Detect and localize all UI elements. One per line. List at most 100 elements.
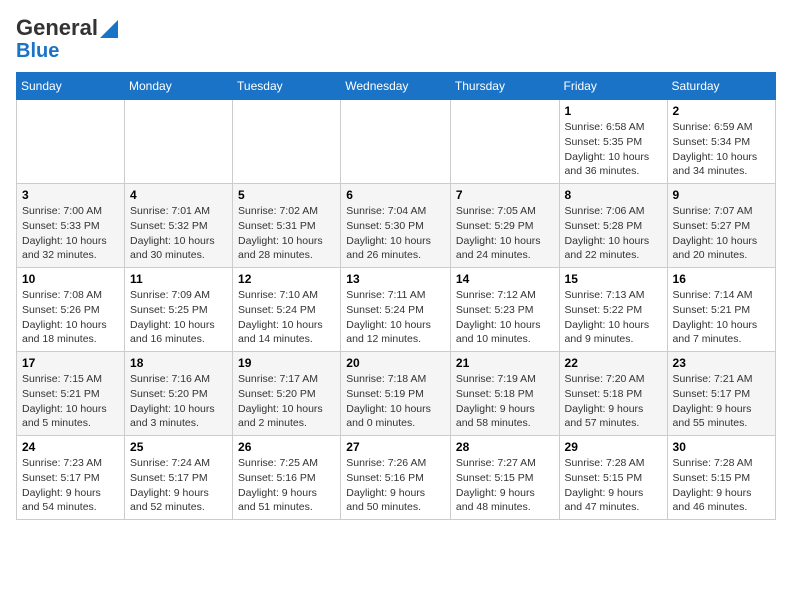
cell-info: Sunrise: 7:05 AM Sunset: 5:29 PM Dayligh… xyxy=(456,204,554,263)
day-number: 3 xyxy=(22,188,119,202)
cell-info: Sunrise: 7:25 AM Sunset: 5:16 PM Dayligh… xyxy=(238,456,335,515)
calendar-cell: 3 Sunrise: 7:00 AM Sunset: 5:33 PM Daylig… xyxy=(17,184,125,268)
calendar-cell: 13 Sunrise: 7:11 AM Sunset: 5:24 PM Dayli… xyxy=(341,268,451,352)
cell-info: Sunrise: 7:04 AM Sunset: 5:30 PM Dayligh… xyxy=(346,204,445,263)
cell-info: Sunrise: 7:19 AM Sunset: 5:18 PM Dayligh… xyxy=(456,372,554,431)
day-number: 30 xyxy=(673,440,770,454)
day-number: 2 xyxy=(673,104,770,118)
day-number: 8 xyxy=(565,188,662,202)
day-of-week-header: Thursday xyxy=(450,73,559,100)
cell-info: Sunrise: 6:59 AM Sunset: 5:34 PM Dayligh… xyxy=(673,120,770,179)
cell-info: Sunrise: 7:16 AM Sunset: 5:20 PM Dayligh… xyxy=(130,372,227,431)
day-number: 13 xyxy=(346,272,445,286)
calendar-cell xyxy=(233,100,341,184)
calendar-cell xyxy=(341,100,451,184)
calendar-cell: 29Sunrise: 7:28 AM Sunset: 5:15 PM Dayli… xyxy=(559,436,667,520)
day-number: 7 xyxy=(456,188,554,202)
cell-info: Sunrise: 7:13 AM Sunset: 5:22 PM Dayligh… xyxy=(565,288,662,347)
day-number: 4 xyxy=(130,188,227,202)
calendar-cell: 16 Sunrise: 7:14 AM Sunset: 5:21 PM Dayli… xyxy=(667,268,775,352)
day-number: 23 xyxy=(673,356,770,370)
day-number: 21 xyxy=(456,356,554,370)
cell-info: Sunrise: 7:17 AM Sunset: 5:20 PM Dayligh… xyxy=(238,372,335,431)
page-header: General Blue xyxy=(16,16,776,62)
calendar-cell: 15 Sunrise: 7:13 AM Sunset: 5:22 PM Dayli… xyxy=(559,268,667,352)
day-number: 12 xyxy=(238,272,335,286)
day-of-week-header: Wednesday xyxy=(341,73,451,100)
day-number: 27 xyxy=(346,440,445,454)
cell-info: Sunrise: 7:20 AM Sunset: 5:18 PM Dayligh… xyxy=(565,372,662,431)
cell-info: Sunrise: 7:23 AM Sunset: 5:17 PM Dayligh… xyxy=(22,456,119,515)
logo-icon xyxy=(100,20,118,38)
cell-info: Sunrise: 7:09 AM Sunset: 5:25 PM Dayligh… xyxy=(130,288,227,347)
cell-info: Sunrise: 7:01 AM Sunset: 5:32 PM Dayligh… xyxy=(130,204,227,263)
day-number: 29 xyxy=(565,440,662,454)
calendar-cell: 21 Sunrise: 7:19 AM Sunset: 5:18 PM Dayli… xyxy=(450,352,559,436)
cell-info: Sunrise: 7:28 AM Sunset: 5:15 PM Dayligh… xyxy=(673,456,770,515)
calendar-week-row: 1 Sunrise: 6:58 AM Sunset: 5:35 PM Daylig… xyxy=(17,100,776,184)
cell-info: Sunrise: 7:08 AM Sunset: 5:26 PM Dayligh… xyxy=(22,288,119,347)
calendar-cell: 8 Sunrise: 7:06 AM Sunset: 5:28 PM Daylig… xyxy=(559,184,667,268)
calendar-cell: 20 Sunrise: 7:18 AM Sunset: 5:19 PM Dayli… xyxy=(341,352,451,436)
day-number: 11 xyxy=(130,272,227,286)
calendar-cell: 9 Sunrise: 7:07 AM Sunset: 5:27 PM Daylig… xyxy=(667,184,775,268)
day-number: 14 xyxy=(456,272,554,286)
cell-info: Sunrise: 7:21 AM Sunset: 5:17 PM Dayligh… xyxy=(673,372,770,431)
day-number: 22 xyxy=(565,356,662,370)
calendar-cell xyxy=(17,100,125,184)
calendar-cell: 10 Sunrise: 7:08 AM Sunset: 5:26 PM Dayli… xyxy=(17,268,125,352)
cell-info: Sunrise: 7:18 AM Sunset: 5:19 PM Dayligh… xyxy=(346,372,445,431)
day-number: 10 xyxy=(22,272,119,286)
calendar-cell: 17Sunrise: 7:15 AM Sunset: 5:21 PM Dayli… xyxy=(17,352,125,436)
day-number: 25 xyxy=(130,440,227,454)
calendar-cell: 26Sunrise: 7:25 AM Sunset: 5:16 PM Dayli… xyxy=(233,436,341,520)
cell-info: Sunrise: 7:00 AM Sunset: 5:33 PM Dayligh… xyxy=(22,204,119,263)
day-number: 16 xyxy=(673,272,770,286)
calendar-cell xyxy=(450,100,559,184)
day-number: 5 xyxy=(238,188,335,202)
logo-text-general: General xyxy=(16,16,98,40)
calendar-cell: 4 Sunrise: 7:01 AM Sunset: 5:32 PM Daylig… xyxy=(125,184,233,268)
cell-info: Sunrise: 7:06 AM Sunset: 5:28 PM Dayligh… xyxy=(565,204,662,263)
day-of-week-header: Monday xyxy=(125,73,233,100)
calendar-cell xyxy=(125,100,233,184)
calendar-header-row: SundayMondayTuesdayWednesdayThursdayFrid… xyxy=(17,73,776,100)
calendar-cell: 7 Sunrise: 7:05 AM Sunset: 5:29 PM Daylig… xyxy=(450,184,559,268)
calendar-cell: 28 Sunrise: 7:27 AM Sunset: 5:15 PM Dayli… xyxy=(450,436,559,520)
day-number: 15 xyxy=(565,272,662,286)
calendar-table: SundayMondayTuesdayWednesdayThursdayFrid… xyxy=(16,72,776,520)
logo-text-blue: Blue xyxy=(16,40,59,62)
calendar-week-row: 24 Sunrise: 7:23 AM Sunset: 5:17 PM Dayli… xyxy=(17,436,776,520)
cell-info: Sunrise: 7:02 AM Sunset: 5:31 PM Dayligh… xyxy=(238,204,335,263)
calendar-cell: 6 Sunrise: 7:04 AM Sunset: 5:30 PM Daylig… xyxy=(341,184,451,268)
cell-info: Sunrise: 7:24 AM Sunset: 5:17 PM Dayligh… xyxy=(130,456,227,515)
day-of-week-header: Saturday xyxy=(667,73,775,100)
day-number: 9 xyxy=(673,188,770,202)
cell-info: Sunrise: 7:14 AM Sunset: 5:21 PM Dayligh… xyxy=(673,288,770,347)
cell-info: Sunrise: 6:58 AM Sunset: 5:35 PM Dayligh… xyxy=(565,120,662,179)
day-number: 20 xyxy=(346,356,445,370)
calendar-cell: 22 Sunrise: 7:20 AM Sunset: 5:18 PM Dayli… xyxy=(559,352,667,436)
day-number: 28 xyxy=(456,440,554,454)
calendar-cell: 2 Sunrise: 6:59 AM Sunset: 5:34 PM Daylig… xyxy=(667,100,775,184)
calendar-cell: 25 Sunrise: 7:24 AM Sunset: 5:17 PM Dayli… xyxy=(125,436,233,520)
calendar-cell: 27 Sunrise: 7:26 AM Sunset: 5:16 PM Dayli… xyxy=(341,436,451,520)
calendar-cell: 14 Sunrise: 7:12 AM Sunset: 5:23 PM Dayli… xyxy=(450,268,559,352)
cell-info: Sunrise: 7:27 AM Sunset: 5:15 PM Dayligh… xyxy=(456,456,554,515)
calendar-week-row: 17Sunrise: 7:15 AM Sunset: 5:21 PM Dayli… xyxy=(17,352,776,436)
cell-info: Sunrise: 7:12 AM Sunset: 5:23 PM Dayligh… xyxy=(456,288,554,347)
day-number: 24 xyxy=(22,440,119,454)
calendar-cell: 23 Sunrise: 7:21 AM Sunset: 5:17 PM Dayli… xyxy=(667,352,775,436)
cell-info: Sunrise: 7:11 AM Sunset: 5:24 PM Dayligh… xyxy=(346,288,445,347)
calendar-cell: 24 Sunrise: 7:23 AM Sunset: 5:17 PM Dayli… xyxy=(17,436,125,520)
day-number: 1 xyxy=(565,104,662,118)
calendar-cell: 12Sunrise: 7:10 AM Sunset: 5:24 PM Dayli… xyxy=(233,268,341,352)
cell-info: Sunrise: 7:07 AM Sunset: 5:27 PM Dayligh… xyxy=(673,204,770,263)
cell-info: Sunrise: 7:26 AM Sunset: 5:16 PM Dayligh… xyxy=(346,456,445,515)
day-of-week-header: Tuesday xyxy=(233,73,341,100)
calendar-cell: 11 Sunrise: 7:09 AM Sunset: 5:25 PM Dayli… xyxy=(125,268,233,352)
calendar-cell: 1 Sunrise: 6:58 AM Sunset: 5:35 PM Daylig… xyxy=(559,100,667,184)
day-number: 19 xyxy=(238,356,335,370)
day-number: 17 xyxy=(22,356,119,370)
day-number: 6 xyxy=(346,188,445,202)
